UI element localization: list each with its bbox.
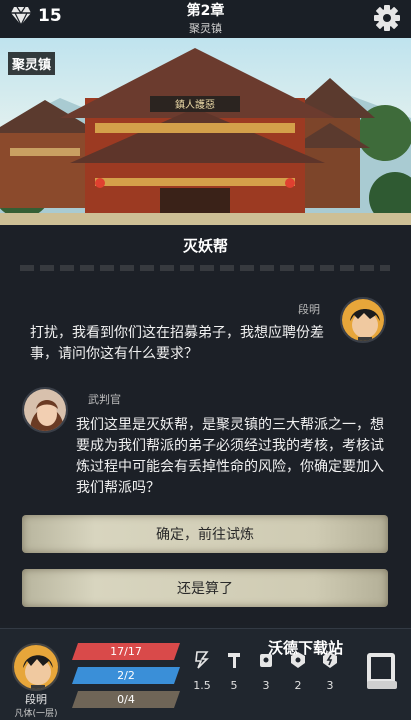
chapter-title: 第2章 [186,3,225,19]
book-icon[interactable] [365,651,399,691]
dialog-title: 灭妖帮 [182,237,228,255]
dialog-message: 打扰，我看到你们这在招募弟子，我想应聘份差事，请问你这有什么要求？ [30,325,324,362]
stat-speed: 1.5 [187,651,217,692]
decline-button[interactable]: 还是算了 [22,569,388,607]
stat-value: 2 [294,679,302,692]
top-bar: 15 第2章 聚灵镇 [0,0,411,38]
stat-value: 5 [230,679,238,692]
town-illustration: 鎮人護惡 [0,48,411,225]
exp-bar: 0/4 [72,691,180,708]
speaker-name-npc: 武判官 [88,393,121,406]
scene-illustration: 鎮人護惡 聚灵镇 [0,38,411,225]
confirm-trial-button[interactable]: 确定，前往试炼 [22,515,388,553]
player-status-bar: 段明 凡体(一层) 17/17 2/2 0/4 1.5 5 3 2 3 沃德下载… [0,628,411,720]
stat-value: 3 [262,679,270,692]
player-portrait[interactable] [12,643,60,691]
speaker-name-player: 段明 [298,303,320,316]
mp-bar: 2/2 [72,667,180,684]
lightning-icon [195,651,209,669]
npc-avatar [22,387,68,433]
dialog-panel: 灭妖帮 段明 打扰，我看到你们这在招募弟子，我想应聘份差事，请问你这有什么要求？… [0,225,411,625]
hp-bar: 17/17 [72,643,180,660]
hammer-icon [228,653,240,668]
faded-previous-text [20,265,390,271]
location-name: 聚灵镇 [189,22,222,35]
player-rank: 凡体(一层) [14,709,58,719]
dialog-message: 我们这里是灭妖帮，是聚灵镇的三大帮派之一，想要成为我们帮派的弟子必须经过我的考核… [76,417,384,496]
scene-location-label: 聚灵镇 [8,52,56,75]
hall-sign: 鎮人護惡 [175,98,215,111]
watermark-text: 沃德下载站 [268,639,344,657]
player-name: 段明 [25,693,47,706]
player-avatar [340,297,386,343]
stat-value: 3 [326,679,334,692]
stat-value: 1.5 [193,679,211,692]
gear-icon[interactable] [373,4,401,32]
stat-attack: 5 [219,651,249,692]
